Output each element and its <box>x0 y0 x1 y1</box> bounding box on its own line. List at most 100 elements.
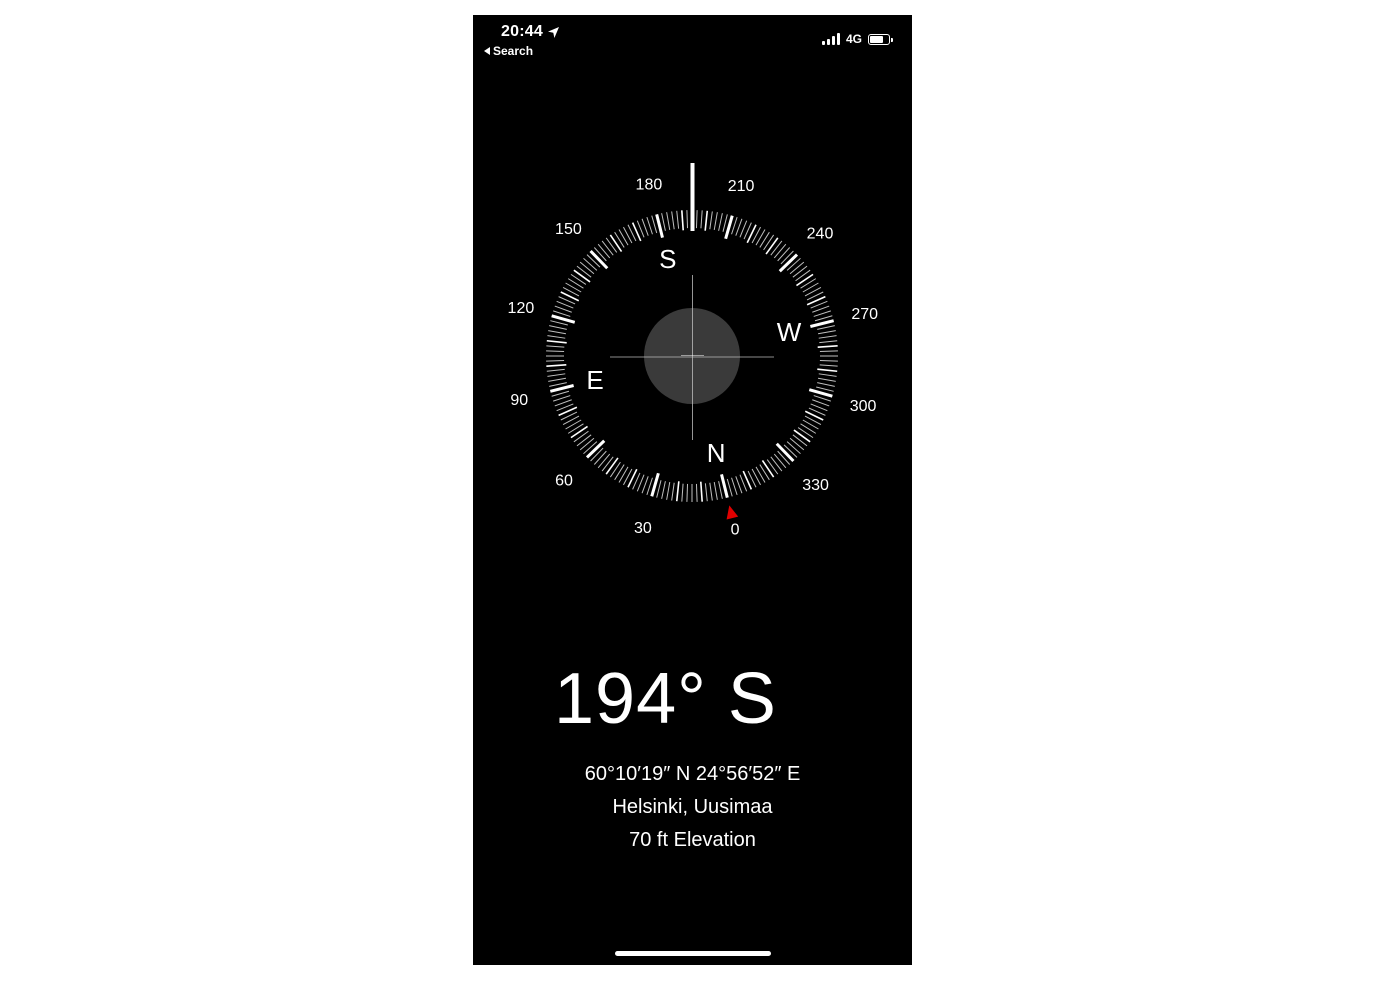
compass-tick <box>770 456 783 472</box>
compass-tick <box>780 250 794 265</box>
compass-tick <box>601 456 614 472</box>
compass-tick <box>676 210 680 229</box>
compass-tick <box>817 377 836 382</box>
compass-tick <box>817 330 836 335</box>
compass-tick <box>671 482 675 501</box>
compass-tick <box>646 216 653 235</box>
compass-tick <box>671 211 675 230</box>
compass-tick <box>565 419 582 430</box>
compass-tick <box>593 247 607 262</box>
compass-tick <box>675 481 680 502</box>
compass-tick <box>551 390 570 397</box>
heading-readout: 194° S <box>554 659 777 739</box>
compass-tick <box>818 335 837 339</box>
compass-tick <box>813 310 832 317</box>
compass-tick <box>773 243 787 259</box>
compass-tick <box>546 339 567 344</box>
compass-tick <box>792 434 808 447</box>
compass-tick <box>605 237 618 253</box>
compass-tick <box>817 382 835 387</box>
degree-label: 90 <box>510 392 528 409</box>
compass-tick <box>704 483 708 502</box>
compass-tick <box>761 460 775 478</box>
compass-tick <box>796 273 814 287</box>
compass-tick <box>546 359 565 362</box>
compass-tick <box>681 483 684 502</box>
compass-tick <box>576 434 592 447</box>
home-indicator[interactable] <box>615 951 771 956</box>
compass-tick <box>609 234 623 252</box>
compass-tick <box>783 444 798 458</box>
compass-tick <box>656 480 662 498</box>
compass-tick <box>814 315 833 322</box>
compass-tick <box>614 231 625 248</box>
compass-tick <box>593 450 607 465</box>
compass-tick <box>597 453 611 469</box>
degree-label: 0 <box>731 522 740 539</box>
degree-label: 330 <box>802 477 829 494</box>
compass-tick <box>819 350 838 353</box>
degree-label: 210 <box>728 178 755 195</box>
compass-tick <box>573 269 591 283</box>
compass-tick <box>686 210 689 229</box>
compass-tick <box>773 453 787 469</box>
compass-tick <box>549 384 574 393</box>
compass-tick <box>713 212 718 231</box>
compass-tick <box>579 261 595 275</box>
compass-tick <box>720 474 729 499</box>
compass-tick <box>614 464 625 481</box>
compass-tick <box>789 261 805 275</box>
compass-tick <box>816 386 834 392</box>
compass-tick <box>802 419 819 430</box>
level-bubble <box>644 308 740 404</box>
compass-tick <box>800 278 817 289</box>
coordinates-text: 60°10′19″ N 24°56′52″ E <box>584 763 801 785</box>
compass-tick <box>709 211 713 230</box>
compass-tick <box>546 350 565 353</box>
compass-tick <box>651 215 658 234</box>
compass-tick <box>590 447 604 462</box>
compass-tick <box>731 477 738 496</box>
compass-tick <box>795 269 811 282</box>
compass-tick <box>618 229 629 246</box>
compass-tick <box>700 210 703 229</box>
compass-tick <box>800 423 817 434</box>
compass-tick <box>548 330 567 335</box>
compass-tick <box>695 483 698 502</box>
degree-label: 150 <box>555 221 582 238</box>
cardinal-west: W <box>777 317 802 347</box>
compass-tick <box>666 212 671 231</box>
compass-tick <box>726 478 733 497</box>
compass-tick <box>552 395 571 402</box>
compass-tick <box>554 305 572 313</box>
location-text: Helsinki, Uusimaa <box>612 796 773 818</box>
elevation-text: 70 ft Elevation <box>629 829 756 851</box>
compass-tick <box>641 476 649 494</box>
compass-tick <box>735 476 743 494</box>
compass-tick <box>661 213 666 231</box>
compass-tick <box>789 437 805 451</box>
compass-tick <box>812 399 830 407</box>
degree-label: 300 <box>850 398 877 415</box>
compass-tick <box>759 464 770 481</box>
compass-tick <box>755 229 766 246</box>
cardinal-south: S <box>659 244 676 274</box>
compass-tick <box>695 210 698 229</box>
compass-tick <box>583 257 598 271</box>
compass-tick <box>765 237 779 255</box>
compass-tick <box>746 224 757 244</box>
compass-dial[interactable]: 0 30 60 90 120 150 180 210 240 270 300 330 N E S W <box>473 15 912 575</box>
compass-tick <box>792 265 808 278</box>
compass-tick <box>802 282 819 293</box>
compass-tick <box>817 368 838 373</box>
compass-tick <box>573 430 589 443</box>
compass-tick <box>699 481 703 502</box>
compass-tick <box>547 335 566 339</box>
compass-tick <box>755 466 766 483</box>
compass-tick <box>597 243 611 259</box>
compass-tick <box>546 368 565 372</box>
compass-tick <box>766 459 779 475</box>
degree-label: 120 <box>508 300 535 317</box>
compass-tick <box>704 210 709 231</box>
compass-tick <box>661 481 666 499</box>
